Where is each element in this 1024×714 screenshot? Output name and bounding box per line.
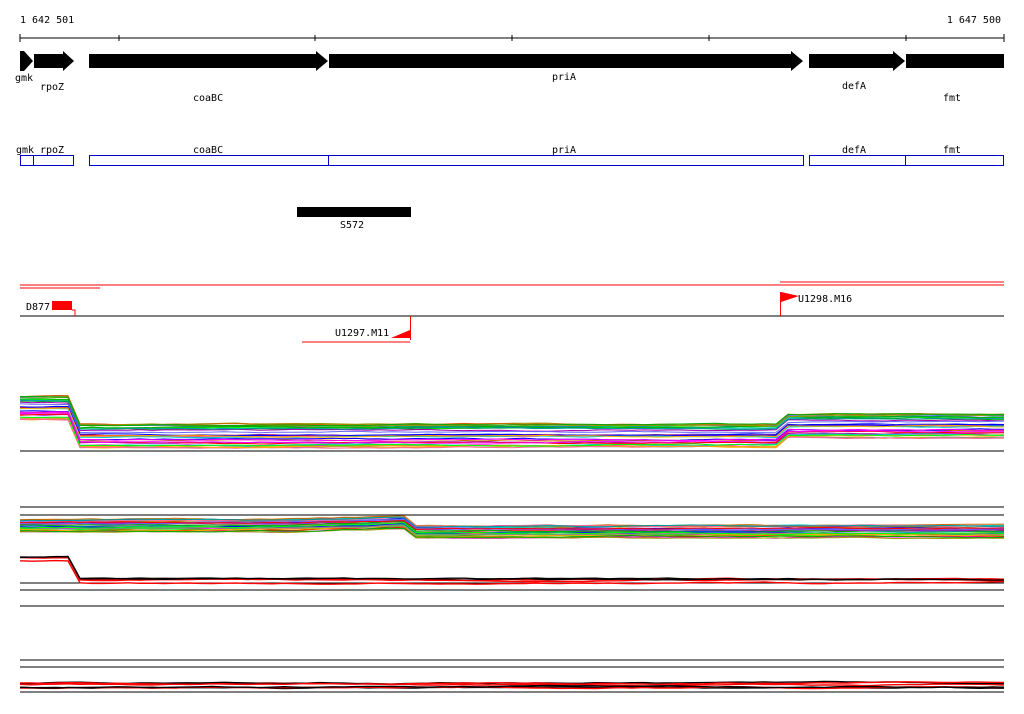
expression-line (19, 396, 1005, 428)
cds-box-rpoZ[interactable] (33, 155, 74, 166)
expression-line (19, 555, 1004, 581)
cds-label-rpoZ: rpoZ (40, 145, 64, 156)
transcript-track: D877 U1298.M16 U1297.M11 (20, 281, 1004, 343)
expression-track-4 (19, 659, 1005, 693)
cds-box-coaBC[interactable] (89, 155, 329, 166)
cds-box-fmt[interactable] (905, 155, 1004, 166)
expression-lines (19, 555, 1005, 585)
transcript-label-U1297-M11: U1297.M11 (335, 328, 389, 339)
gene-label-fmt: fmt (943, 93, 961, 104)
gene-defA[interactable]: defA (809, 51, 905, 92)
transcript-U1298-M16[interactable]: U1298.M16 (780, 292, 853, 316)
transcript-label-U1298-M16: U1298.M16 (798, 294, 852, 305)
gene-coaBC[interactable]: coaBC (89, 51, 328, 104)
cds-label-coaBC: coaBC (193, 145, 223, 156)
cds-label-gmk: gmk (16, 145, 34, 156)
transcript-label-D877: D877 (26, 302, 50, 313)
transcript-D877[interactable]: D877 (26, 301, 76, 316)
expression-lines (19, 394, 1005, 449)
cds-box-defA[interactable] (809, 155, 906, 166)
gene-label-gmk: gmk (15, 73, 33, 84)
ruler-end-label: 1 647 500 (947, 15, 1001, 26)
cds-label-fmt: fmt (943, 145, 961, 156)
gene-priA[interactable]: priA (329, 51, 803, 83)
segment-feature[interactable]: S572 (297, 207, 411, 231)
expression-track-3 (19, 555, 1005, 607)
gene-rpoZ[interactable]: rpoZ (34, 51, 74, 93)
expression-line (19, 559, 1005, 585)
expression-line (19, 396, 1005, 428)
gene-track: gmk rpoZ coaBC priA defA fmt (15, 51, 1004, 104)
cds-label-defA: defA (842, 145, 866, 156)
genome-browser-canvas: 1 642 501 1 647 500 gmk rpoZ coaBC priA (15, 15, 1005, 693)
gene-gmk[interactable]: gmk (15, 51, 33, 84)
expression-line (19, 555, 1005, 581)
cds-box-gmk[interactable] (20, 155, 34, 166)
gene-fmt[interactable]: fmt (906, 54, 1004, 104)
cds-box-priA[interactable] (328, 155, 804, 166)
expression-track-1 (19, 394, 1005, 452)
expression-lines (19, 680, 1005, 690)
gene-label-defA: defA (842, 81, 866, 92)
ruler-start-label: 1 642 501 (20, 15, 74, 26)
coordinate-ruler: 1 642 501 1 647 500 (19, 15, 1005, 42)
expression-line (19, 556, 1005, 582)
gene-label-coaBC: coaBC (193, 93, 223, 104)
expression-track-2 (19, 506, 1005, 540)
transcript-U1297-M11[interactable]: U1297.M11 (302, 316, 411, 343)
gene-label-priA: priA (552, 72, 576, 83)
expression-lines (19, 515, 1005, 540)
cds-track: gmk rpoZ coaBC priA defA fmt (16, 145, 1004, 166)
cds-label-priA: priA (552, 145, 576, 156)
gene-label-rpoZ: rpoZ (40, 82, 64, 93)
segment-label: S572 (340, 220, 364, 231)
